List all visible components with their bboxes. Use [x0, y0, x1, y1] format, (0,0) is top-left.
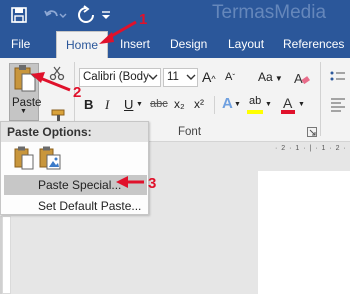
annotation-number-2: 2: [73, 84, 82, 101]
annotation-number-3: 3: [148, 175, 157, 192]
annotation-arrows: [31, 20, 144, 188]
annotation-number-1: 1: [139, 11, 148, 28]
word-window: TermasMedia File Home Insert Design Layo…: [0, 0, 350, 294]
